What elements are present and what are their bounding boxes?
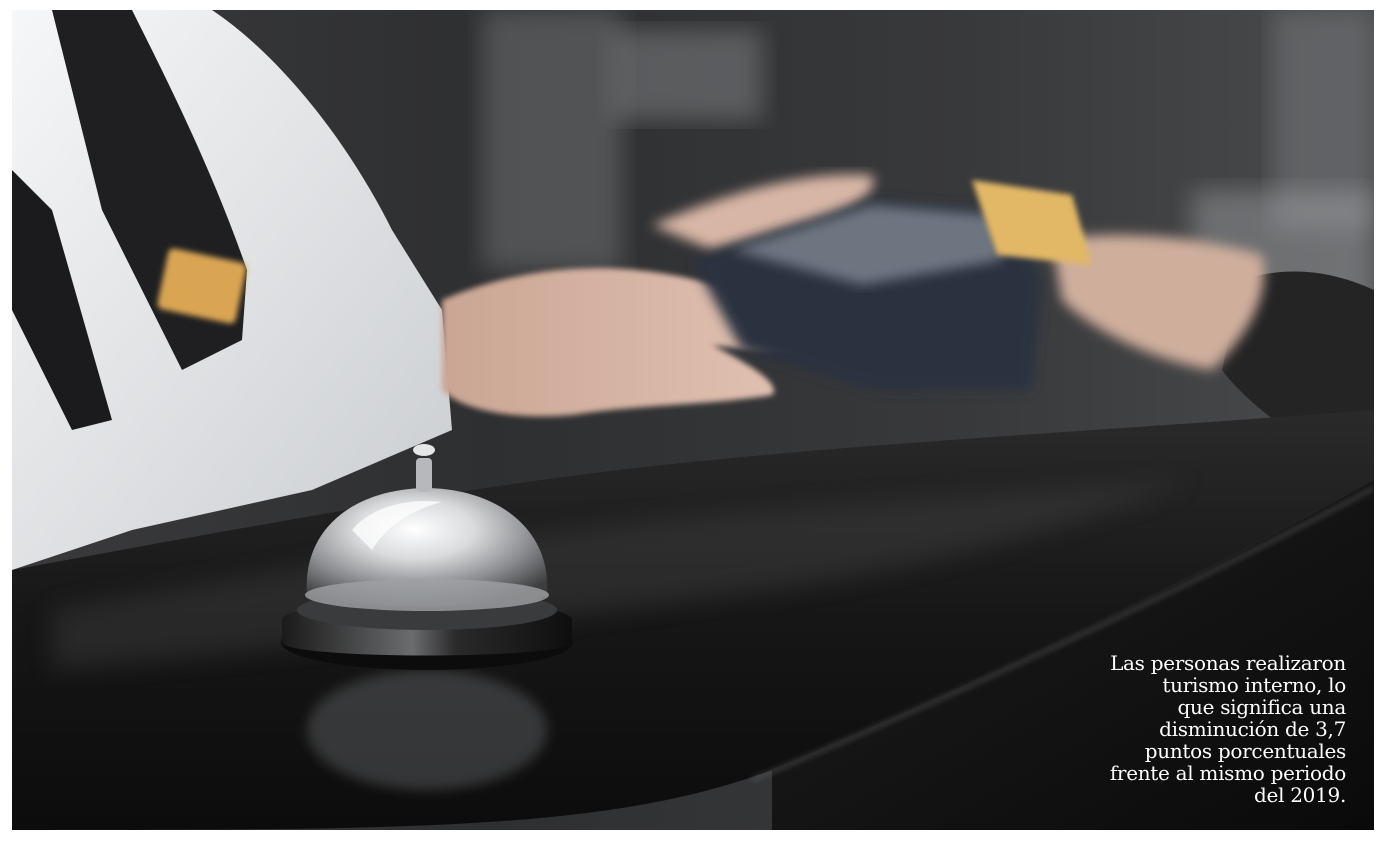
bell-rim xyxy=(305,579,549,611)
bell-plunger-cap xyxy=(413,444,435,456)
background-window xyxy=(612,30,762,120)
bell-reflection xyxy=(307,670,547,790)
background-pillar xyxy=(482,10,622,270)
caption-line: turismo interno, lo xyxy=(1162,673,1346,697)
caption-line: del 2019. xyxy=(1254,783,1346,807)
caption-line: puntos porcentuales xyxy=(1144,739,1347,763)
caption-line: frente al mismo periodo xyxy=(1109,761,1346,785)
photo-frame: Las personas realizaron turismo interno,… xyxy=(12,10,1374,830)
bell-plunger-stem xyxy=(416,458,432,492)
photo-caption: Las personas realizaron turismo interno,… xyxy=(1036,652,1346,806)
caption-line: Las personas realizaron xyxy=(1110,651,1346,675)
caption-line: que significa una xyxy=(1177,695,1347,719)
caption-line: disminución de 3,7 xyxy=(1159,717,1346,741)
